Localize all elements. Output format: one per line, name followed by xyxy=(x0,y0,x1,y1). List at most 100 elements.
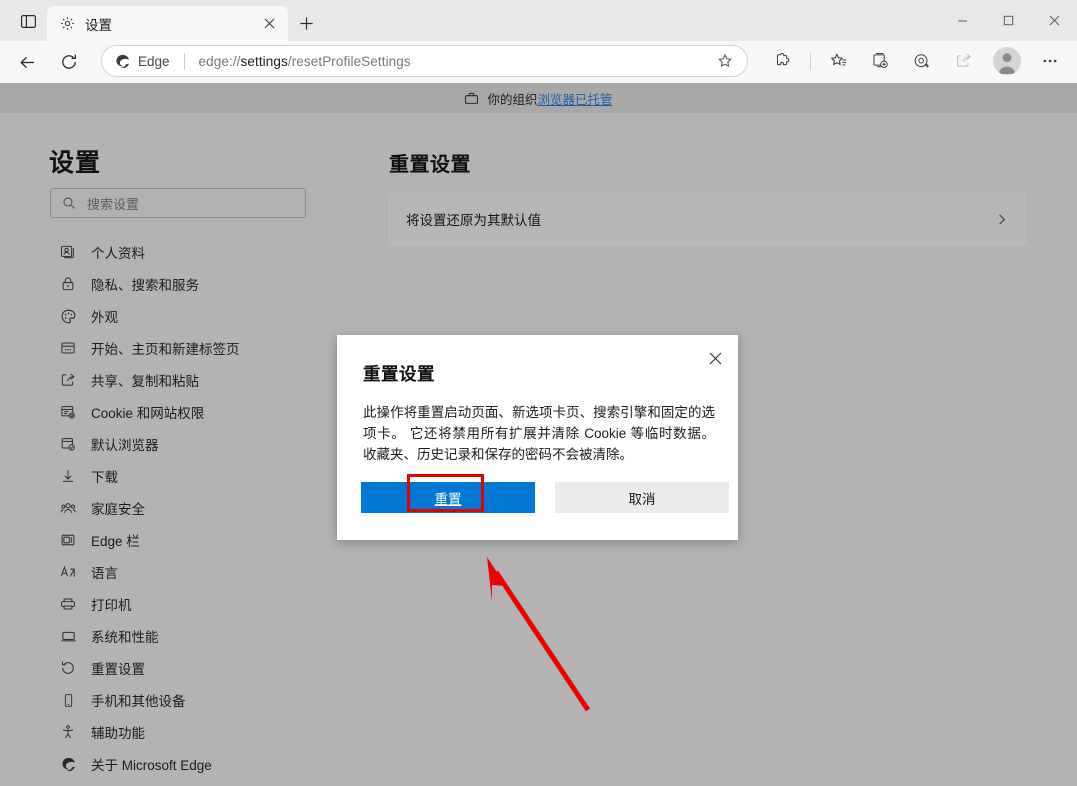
search-settings-input[interactable]: 搜索设置 xyxy=(50,188,306,218)
browser-tab[interactable]: 设置 xyxy=(47,6,288,41)
cancel-button[interactable]: 取消 xyxy=(555,482,729,513)
sidebar-item-edge-bar[interactable]: Edge 栏 xyxy=(0,524,330,556)
cancel-label: 取消 xyxy=(628,491,656,507)
language-icon xyxy=(58,562,78,582)
browser-toolbar-actions xyxy=(762,45,1071,77)
dialog-body-text: 此操作将重置启动页面、新选项卡页、搜索引擎和固定的选项卡。 它还将禁用所有扩展并… xyxy=(363,405,715,462)
sidebar-item-startpage[interactable]: 开始、主页和新建标签页 xyxy=(0,332,330,364)
system-icon xyxy=(58,626,78,646)
cookie-settings-icon xyxy=(58,402,78,422)
edge-logo-icon xyxy=(116,54,129,68)
url-path: /resetProfileSettings xyxy=(287,53,411,69)
family-icon xyxy=(58,498,78,518)
briefcase-icon xyxy=(464,91,479,106)
profile-avatar[interactable] xyxy=(993,47,1021,75)
search-icon xyxy=(62,196,76,210)
sidebar-item-label: 外观 xyxy=(91,310,118,325)
screenshot-icon[interactable] xyxy=(906,45,938,77)
sidebar-item-label: 开始、主页和新建标签页 xyxy=(91,342,240,357)
sidebar-item-label: 重置设置 xyxy=(91,662,145,677)
sidebar-item-label: 家庭安全 xyxy=(91,502,145,517)
edge-bar-icon xyxy=(58,530,78,550)
close-window-button[interactable] xyxy=(1031,0,1077,41)
sidebar-item-printers[interactable]: 打印机 xyxy=(0,588,330,620)
settings-page: 设置 搜索设置 个人资料 隐私、搜索和服务 外观 开始、主页和新建标签页 共享、… xyxy=(0,113,1077,786)
sidebar-item-label: 系统和性能 xyxy=(91,630,159,645)
new-tab-button[interactable] xyxy=(293,10,319,36)
sidebar-item-label: 打印机 xyxy=(91,598,132,613)
close-icon[interactable] xyxy=(257,12,281,36)
page-title: 设置 xyxy=(49,149,102,177)
sidebar-item-phone-devices[interactable]: 手机和其他设备 xyxy=(0,684,330,716)
address-bar[interactable]: Edge edge://settings/resetProfileSetting… xyxy=(101,45,748,77)
sidebar-nav-list: 个人资料 隐私、搜索和服务 外观 开始、主页和新建标签页 共享、复制和粘贴 Co… xyxy=(0,236,330,780)
lock-icon xyxy=(58,274,78,294)
browser-window: 设置 Edge edge://settings/resetProfileSett… xyxy=(0,0,1077,786)
sidebar-item-accessibility[interactable]: 辅助功能 xyxy=(0,716,330,748)
download-icon xyxy=(58,466,78,486)
sidebar-item-downloads[interactable]: 下载 xyxy=(0,460,330,492)
tab-title: 设置 xyxy=(85,17,112,33)
sidebar-scrollbar-track[interactable] xyxy=(330,113,666,786)
maximize-button[interactable] xyxy=(985,0,1031,41)
edge-chip: Edge xyxy=(114,53,170,70)
sidebar-item-system[interactable]: 系统和性能 xyxy=(0,620,330,652)
sidebar-item-label: Edge 栏 xyxy=(91,534,140,549)
profile-icon xyxy=(58,242,78,262)
sidebar-item-label: 默认浏览器 xyxy=(91,438,159,453)
sidebar-item-cookies[interactable]: Cookie 和网站权限 xyxy=(0,396,330,428)
toolbar-divider xyxy=(810,52,811,70)
reset-confirm-button[interactable]: 重置 xyxy=(361,482,535,513)
sidebar-item-label: Cookie 和网站权限 xyxy=(91,406,205,421)
dialog-actions: 重置 取消 xyxy=(361,482,729,513)
collections-icon[interactable] xyxy=(864,45,896,77)
sidebar-item-label: 手机和其他设备 xyxy=(91,694,186,709)
share-icon[interactable] xyxy=(948,45,980,77)
url-text: edge://settings/resetProfileSettings xyxy=(199,54,411,69)
url-host: settings xyxy=(240,53,288,69)
sidebar-item-default-browser[interactable]: 默认浏览器 xyxy=(0,428,330,460)
extensions-icon[interactable] xyxy=(767,45,799,77)
sidebar-item-profile[interactable]: 个人资料 xyxy=(0,236,330,268)
sidebar-item-label: 隐私、搜索和服务 xyxy=(91,278,199,293)
settings-main-content: 重置设置 将设置还原为其默认值 重置设置 此操作将重置启动页面、新选项卡页、搜索… xyxy=(337,113,1077,786)
sidebar-item-languages[interactable]: 语言 xyxy=(0,556,330,588)
tab-actions-icon[interactable] xyxy=(10,8,46,34)
sidebar-item-share[interactable]: 共享、复制和粘贴 xyxy=(0,364,330,396)
sidebar-item-family-safety[interactable]: 家庭安全 xyxy=(0,492,330,524)
star-plus-icon[interactable] xyxy=(713,49,737,73)
settings-more-icon[interactable] xyxy=(1034,45,1066,77)
gear-icon xyxy=(58,15,76,33)
sidebar-item-label: 个人资料 xyxy=(91,246,145,261)
sidebar-item-label: 共享、复制和粘贴 xyxy=(91,374,199,389)
modal-scrim: 重置设置 此操作将重置启动页面、新选项卡页、搜索引擎和固定的选项卡。 它还将禁用… xyxy=(337,113,1077,786)
reset-confirm-label: 重置 xyxy=(434,491,462,507)
title-bar: 设置 xyxy=(0,0,1077,41)
dialog-title: 重置设置 xyxy=(363,364,435,384)
banner-text: 你的组织 xyxy=(487,92,538,107)
edge-chip-label: Edge xyxy=(138,53,170,69)
favorites-icon[interactable] xyxy=(822,45,854,77)
sidebar-item-label: 辅助功能 xyxy=(91,726,145,741)
sidebar-item-appearance[interactable]: 外观 xyxy=(0,300,330,332)
edge-logo-icon xyxy=(58,754,78,774)
minimize-button[interactable] xyxy=(939,0,985,41)
window-icon xyxy=(58,338,78,358)
banner-link[interactable]: 浏览器已托管 xyxy=(538,89,613,108)
refresh-icon[interactable] xyxy=(54,47,84,77)
palette-icon xyxy=(58,306,78,326)
sidebar-item-privacy[interactable]: 隐私、搜索和服务 xyxy=(0,268,330,300)
reset-icon xyxy=(58,658,78,678)
sidebar-item-reset-settings[interactable]: 重置设置 xyxy=(0,652,330,684)
accessibility-icon xyxy=(58,722,78,742)
omnibox-divider xyxy=(183,52,185,70)
reset-settings-dialog: 重置设置 此操作将重置启动页面、新选项卡页、搜索引擎和固定的选项卡。 它还将禁用… xyxy=(337,335,738,540)
settings-sidebar: 设置 搜索设置 个人资料 隐私、搜索和服务 外观 开始、主页和新建标签页 共享、… xyxy=(0,113,330,786)
sidebar-item-label: 语言 xyxy=(91,566,118,581)
close-icon[interactable] xyxy=(700,343,730,373)
search-placeholder: 搜索设置 xyxy=(87,196,140,212)
back-icon[interactable] xyxy=(12,47,42,77)
sidebar-item-label: 关于 Microsoft Edge xyxy=(91,758,212,773)
sidebar-item-about-edge[interactable]: 关于 Microsoft Edge xyxy=(0,748,330,780)
default-browser-icon xyxy=(58,434,78,454)
